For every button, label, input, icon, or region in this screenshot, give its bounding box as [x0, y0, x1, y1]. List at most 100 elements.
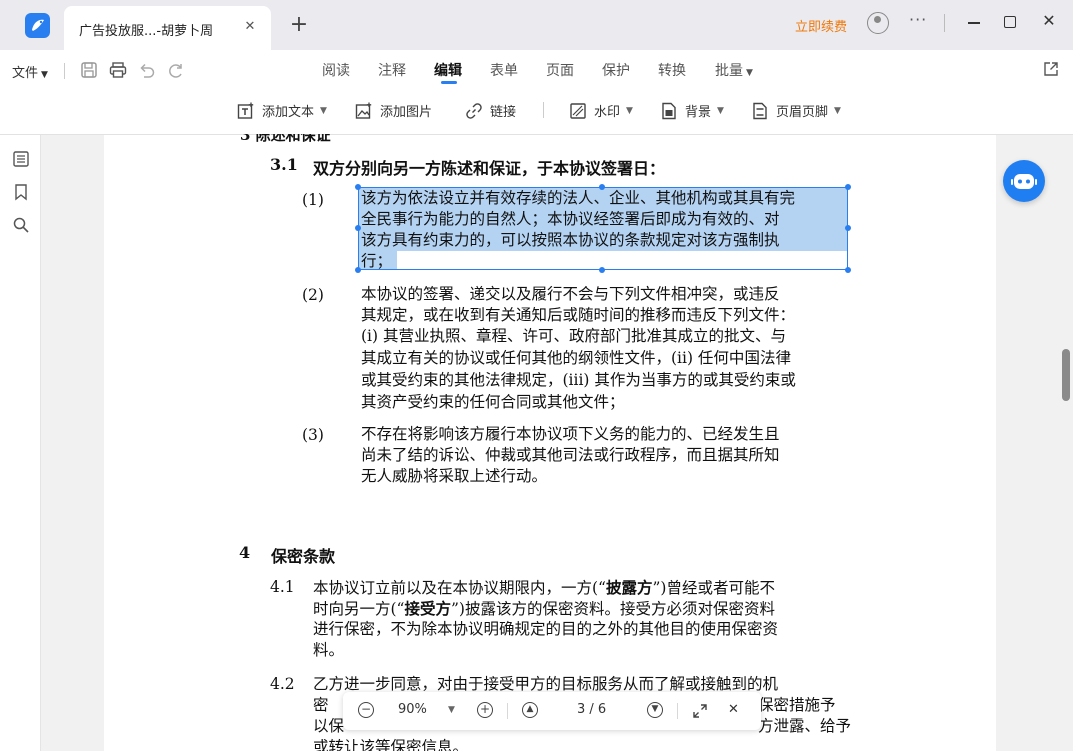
tab-protect[interactable]: 保护 [602, 60, 630, 80]
next-page-icon[interactable]: ▼ [647, 702, 663, 718]
page-indicator[interactable]: 3 / 6 [577, 702, 606, 717]
clause-line: 进行保密，不为除本协议明确规定的目的之外的其他目的使用保密资 [313, 620, 779, 638]
print-icon[interactable] [109, 61, 127, 79]
clause-line: 全民事行为能力的自然人；本协议经签署后即成为有效的、对 [361, 210, 780, 228]
more-options-icon[interactable]: ··· [909, 10, 927, 29]
clause-number: (2) [302, 286, 324, 304]
close-nav-icon[interactable]: ✕ [728, 702, 739, 717]
resize-handle[interactable] [845, 225, 851, 231]
add-text-button[interactable]: 添加文本 ▼ [237, 101, 327, 120]
clause-line: 其成立有关的协议或任何其他的纲领性文件，(ii) 任何中国法律 [361, 349, 791, 367]
nav-divider [507, 703, 508, 719]
add-text-icon [237, 102, 254, 119]
undo-icon[interactable] [138, 61, 156, 79]
fullscreen-icon[interactable] [692, 703, 708, 719]
section-4-number: 4 [239, 543, 251, 562]
clause-line: 尚未了结的诉讼、仲裁或其他司法或行政程序，而且据其所知 [361, 446, 780, 464]
section-4-title: 保密条款 [271, 547, 336, 566]
user-avatar-icon[interactable] [867, 12, 889, 34]
background-button[interactable]: 背景 ▼ [660, 101, 724, 120]
renew-button[interactable]: 立即续费 [795, 16, 847, 35]
window-close-icon[interactable]: ✕ [1040, 11, 1058, 30]
background-label: 背景 [685, 105, 712, 120]
bookmark-icon[interactable] [12, 183, 30, 201]
maximize-icon[interactable] [1004, 16, 1016, 28]
clause-number: (3) [302, 426, 324, 444]
search-icon[interactable] [12, 216, 30, 234]
chevron-down-icon[interactable]: ▼ [448, 705, 455, 715]
link-icon [466, 102, 482, 119]
save-icon[interactable] [80, 61, 98, 79]
clause-line: 本协议的签署、递交以及履行不会与下列文件相冲突，或违反 [361, 285, 780, 303]
clause-line: 其规定，或在收到有关通知后或随时间的推移而违反下列文件： [361, 306, 796, 324]
minimize-icon[interactable] [968, 22, 980, 24]
header-footer-button[interactable]: 页眉页脚 ▼ [751, 101, 841, 120]
term-disclosing-party: 披露方 [605, 578, 653, 597]
document-tab[interactable]: 广告投放服...-胡萝卜周 ✕ [64, 6, 271, 50]
clause-line: 时向另一方(“接受方”)披露该方的保密资料。接受方必须对保密资料 [313, 598, 775, 620]
add-image-label: 添加图片 [380, 105, 433, 120]
clause-4-1-number: 4.1 [270, 578, 295, 596]
tab-convert[interactable]: 转换 [658, 60, 686, 80]
clause-line: 密 [313, 696, 329, 714]
clause-number: (1) [302, 191, 324, 209]
file-menu-label: 文件 [12, 66, 39, 81]
watermark-icon [570, 102, 586, 119]
clause-text: 时向另一方(“ [313, 600, 405, 618]
clause-line: 本协议订立前以及在本协议期限内，一方(“披露方”)曾经或者可能不 [313, 577, 775, 599]
section-3-1-number: 3.1 [270, 155, 298, 174]
watermark-button[interactable]: 水印 ▼ [569, 101, 633, 120]
chevron-down-icon: ▼ [320, 105, 327, 116]
add-image-button[interactable]: 添加图片 [355, 101, 432, 120]
app-logo-icon [25, 13, 50, 38]
left-sidebar [0, 135, 41, 751]
resize-handle[interactable] [845, 184, 851, 190]
vertical-scrollbar[interactable] [1061, 135, 1073, 751]
open-external-icon[interactable] [1043, 61, 1059, 77]
tab-edit[interactable]: 编辑 [434, 60, 462, 80]
chevron-down-icon: ▼ [746, 68, 753, 78]
clause-line: 或转让该等保密信息。 [313, 738, 469, 751]
tab-form[interactable]: 表单 [490, 60, 518, 80]
clause-line: 保密措施予 [758, 696, 836, 714]
watermark-label: 水印 [594, 105, 621, 120]
clause-line: 或其受约束的其他法律规定，(iii) 其作为当事方的或其受约束或 [361, 371, 796, 389]
clause-line: 方泄露、给予 [758, 717, 852, 735]
active-tab-indicator [441, 81, 457, 84]
clause-line: 其资产受约束的任何合同或其他文件； [361, 393, 625, 411]
clause-line: 无人威胁将采取上述行动。 [361, 467, 548, 485]
scrollbar-thumb[interactable] [1062, 349, 1070, 401]
resize-handle[interactable] [845, 267, 851, 273]
zoom-level[interactable]: 90% [398, 702, 427, 717]
resize-handle[interactable] [599, 267, 605, 273]
tab-annotate[interactable]: 注释 [378, 60, 406, 80]
clause-text: ”)曾经或者可能不 [652, 579, 775, 597]
clause-line: 不存在将影响该方履行本协议项下义务的能力的、已经发生且 [361, 425, 780, 443]
background-icon [662, 102, 676, 119]
chevron-down-icon: ▼ [41, 70, 48, 80]
tab-close-icon[interactable]: ✕ [242, 19, 258, 34]
clause-line: 以保 [313, 717, 345, 735]
add-text-label: 添加文本 [262, 105, 315, 120]
new-tab-button[interactable]: + [287, 12, 311, 38]
tab-batch-label: 批量 [715, 63, 743, 79]
clause-line: 料。 [313, 641, 345, 659]
outline-icon[interactable] [12, 150, 30, 168]
robot-icon [1011, 174, 1037, 189]
chevron-down-icon: ▼ [626, 105, 633, 116]
previous-page-icon[interactable]: ▲ [522, 702, 538, 718]
tab-read[interactable]: 阅读 [322, 60, 350, 80]
file-menu-button[interactable]: 文件 ▼ [12, 62, 48, 81]
redo-icon[interactable] [167, 61, 185, 79]
ai-assistant-button[interactable] [1003, 160, 1045, 202]
link-button[interactable]: 链接 [465, 101, 516, 120]
term-receiving-party: 接受方 [404, 599, 451, 618]
clause-line: 该方具有约束力的，可以按照本协议的条款规定对该方强制执 [361, 231, 780, 249]
tab-batch[interactable]: 批量 ▼ [715, 60, 753, 80]
nav-divider [677, 703, 678, 719]
toolbar-divider [543, 102, 544, 118]
tab-page[interactable]: 页面 [546, 60, 574, 80]
zoom-out-icon[interactable]: − [358, 702, 374, 718]
clause-4-2-number: 4.2 [270, 675, 295, 693]
zoom-in-icon[interactable]: + [477, 702, 493, 718]
